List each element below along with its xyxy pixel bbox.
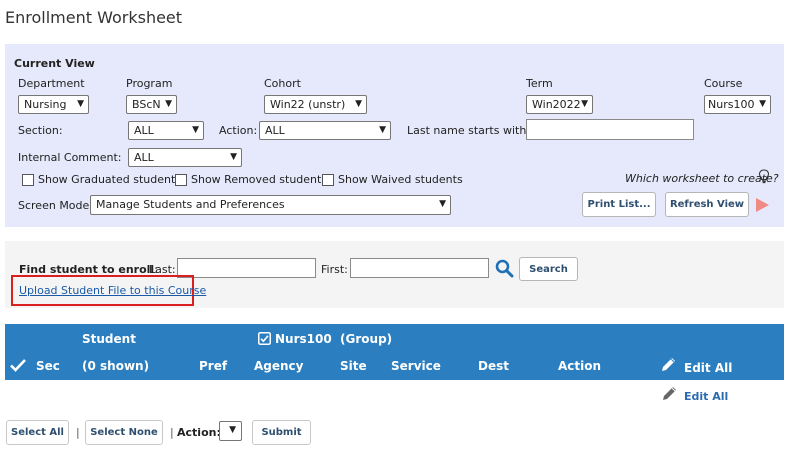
col-course-group: Nurs100 (Group) [275, 332, 393, 346]
col-site: Site [340, 359, 367, 373]
search-icon[interactable] [495, 259, 514, 278]
internal-comment-label: Internal Comment: [18, 151, 122, 164]
internal-comment-value: ALL [134, 151, 154, 164]
internal-comment-select[interactable]: ALL ▼ [128, 148, 242, 167]
last-name-label: Last name starts with: [407, 124, 530, 137]
show-removed-checkbox[interactable]: Show Removed students [175, 173, 327, 186]
action-value: ALL [265, 124, 285, 137]
page-title: Enrollment Worksheet [5, 8, 183, 27]
upload-student-file-link[interactable]: Upload Student File to this Course [19, 284, 206, 297]
department-label: Department [18, 77, 85, 90]
show-graduated-label: Show Graduated students [38, 173, 181, 186]
department-select[interactable]: Nursing ▼ [18, 95, 89, 114]
col-student: Student [82, 332, 136, 346]
screen-mode-select[interactable]: Manage Students and Preferences ▼ [90, 195, 451, 215]
term-label: Term [526, 77, 553, 90]
separator: | [170, 426, 174, 439]
cohort-select[interactable]: Win22 (unstr) ▼ [264, 95, 367, 114]
checkmark-icon[interactable] [10, 357, 26, 373]
chevron-down-icon: ▼ [230, 152, 237, 162]
print-list-button[interactable]: Print List... [582, 192, 656, 217]
checkbox-box[interactable] [322, 173, 334, 186]
cohort-label: Cohort [264, 77, 301, 90]
section-value: ALL [134, 124, 154, 137]
last-input[interactable] [177, 258, 316, 278]
col-sec: Sec [36, 359, 60, 373]
chevron-down-icon: ▼ [355, 99, 362, 109]
chevron-down-icon: ▼ [165, 99, 172, 109]
first-input[interactable] [350, 258, 489, 278]
first-label: First: [321, 263, 348, 276]
section-select[interactable]: ALL ▼ [128, 121, 204, 140]
chevron-down-icon: ▼ [229, 425, 236, 435]
bottom-action-label: Action: [177, 426, 221, 439]
pencil-icon[interactable] [660, 356, 677, 373]
submit-button[interactable]: Submit [252, 420, 311, 445]
col-service: Service [391, 359, 441, 373]
chevron-down-icon: ▼ [192, 125, 199, 135]
pencil-icon[interactable] [661, 385, 678, 402]
select-all-button[interactable]: Select All [6, 420, 69, 445]
edit-all-header-link[interactable]: Edit All [684, 361, 732, 375]
section-label: Section: [18, 124, 63, 137]
chevron-down-icon: ▼ [379, 125, 386, 135]
program-select[interactable]: BScN ▼ [126, 95, 177, 114]
col-agency: Agency [254, 359, 304, 373]
select-none-button[interactable]: Select None [85, 420, 163, 445]
chevron-down-icon: ▼ [759, 99, 766, 109]
show-waived-checkbox[interactable]: Show Waived students [322, 173, 463, 186]
lightbulb-icon[interactable] [758, 169, 770, 184]
show-removed-label: Show Removed students [191, 173, 328, 186]
checkbox-checked-icon[interactable] [258, 332, 271, 345]
play-arrow-icon[interactable] [755, 197, 770, 213]
edit-all-link[interactable]: Edit All [684, 390, 728, 403]
program-value: BScN [132, 98, 161, 111]
col-pref: Pref [199, 359, 228, 373]
checkbox-box[interactable] [22, 173, 34, 186]
course-value: Nurs100 [708, 98, 755, 111]
refresh-view-button[interactable]: Refresh View [665, 192, 749, 217]
action-label: Action: [219, 124, 258, 137]
show-graduated-checkbox[interactable]: Show Graduated students [22, 173, 181, 186]
term-select[interactable]: Win2022 ▼ [526, 95, 593, 114]
show-waived-label: Show Waived students [338, 173, 463, 186]
col-shown-count: (0 shown) [82, 359, 150, 373]
term-value: Win2022 [532, 98, 581, 111]
search-button[interactable]: Search [519, 257, 578, 281]
current-view-title: Current View [14, 57, 95, 70]
chevron-down-icon: ▼ [581, 99, 588, 109]
separator: | [76, 426, 80, 439]
screen-mode-value: Manage Students and Preferences [96, 198, 285, 211]
checkbox-box[interactable] [175, 173, 187, 186]
bottom-action-select[interactable]: ▼ [219, 421, 242, 441]
last-name-input[interactable] [526, 119, 694, 140]
screen-mode-label: Screen Mode: [18, 199, 93, 212]
col-dest: Dest [478, 359, 509, 373]
cohort-value: Win22 (unstr) [270, 98, 346, 111]
department-value: Nursing [24, 98, 67, 111]
worksheet-question: Which worksheet to create? [625, 172, 779, 185]
chevron-down-icon: ▼ [439, 199, 446, 209]
action-select[interactable]: ALL ▼ [259, 121, 391, 140]
program-label: Program [126, 77, 173, 90]
chevron-down-icon: ▼ [77, 99, 84, 109]
col-action: Action [558, 359, 602, 373]
course-select[interactable]: Nurs100 ▼ [704, 95, 771, 114]
course-label: Course [704, 77, 743, 90]
